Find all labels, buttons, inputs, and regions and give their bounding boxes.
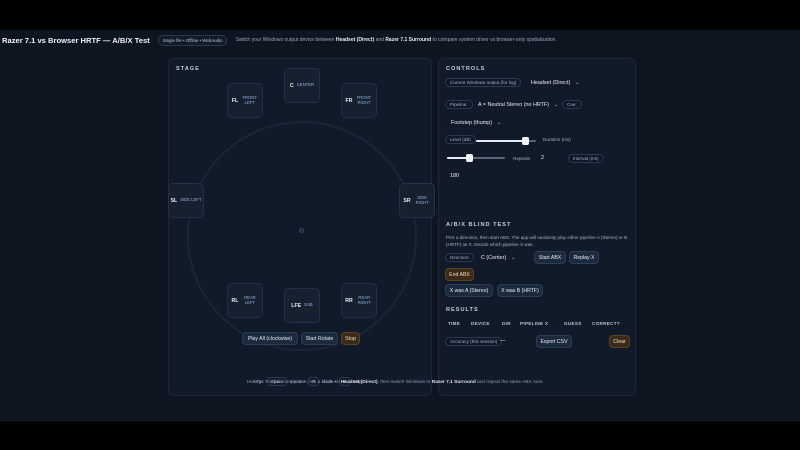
cue-select[interactable]: Footstep (thump) ⌄ — [447, 116, 501, 129]
x-was-b-button[interactable]: X was B (HRTF) — [497, 284, 543, 297]
level-label: Level (dB) — [445, 135, 476, 144]
direction-label: Direction: — [445, 253, 475, 262]
chevron-down-icon: ⌄ — [497, 119, 502, 126]
pipeline-label: Pipeline: — [445, 100, 473, 109]
export-csv-button[interactable]: Export CSV — [536, 335, 572, 348]
speaker-label: SUB — [304, 302, 313, 308]
speaker-side-right[interactable]: SR SIDE RIGHT — [399, 183, 435, 218]
accuracy-label: Accuracy (this session) — [445, 337, 503, 346]
clear-button[interactable]: Clear — [609, 335, 630, 348]
chevron-down-icon: ⌄ — [575, 79, 580, 86]
column-header: CORRECT? — [592, 321, 620, 326]
speaker-rear-left[interactable]: RL REAR LEFT — [227, 283, 263, 318]
speaker-code: LFE — [291, 302, 302, 309]
results-table-header: TIME DEVICE DIR PIPELINE X GUESS CORRECT… — [448, 321, 620, 326]
speaker-code: FR — [345, 97, 353, 104]
footer-tip: Tip: For fair comparison, run a block on… — [256, 380, 544, 385]
pipeline-select[interactable]: A = Neutral Stereo (no HRTF) ⌄ — [474, 98, 558, 111]
speaker-code: RL — [231, 297, 239, 304]
slider-thumb[interactable] — [466, 154, 474, 162]
speaker-label: REAR RIGHT — [357, 294, 371, 305]
speaker-code: FL — [231, 97, 239, 104]
abx-heading: A/B/X BLIND TEST — [446, 222, 512, 228]
direction-select[interactable]: C (Center) ⌄ — [477, 251, 515, 264]
speaker-label: REAR LEFT — [244, 294, 256, 305]
speaker-label: FRONT RIGHT — [356, 94, 372, 105]
speaker-code: SR — [403, 197, 411, 204]
output-select[interactable]: Headset (Direct) ⌄ — [527, 76, 579, 89]
column-header: DEVICE — [471, 321, 490, 326]
speaker-label: SIDE LEFT — [180, 197, 202, 203]
chevron-down-icon: ⌄ — [554, 101, 559, 108]
column-header: TIME — [448, 321, 461, 326]
stage-heading: STAGE — [176, 66, 200, 72]
cue-label: Cue: — [562, 100, 582, 109]
start-abx-button[interactable]: Start ABX — [534, 251, 566, 264]
speaker-label: SIDE RIGHT — [415, 194, 429, 205]
speaker-label: CENTER — [296, 82, 314, 88]
start-rotate-button[interactable]: Start Rotate — [301, 332, 338, 345]
cue-value: Footstep (thump) — [451, 119, 493, 126]
speaker-front-left[interactable]: FL FRONT LEFT — [227, 83, 263, 118]
duration-label: Duration (ms) — [543, 137, 571, 142]
slider-thumb[interactable] — [522, 137, 530, 145]
stage-panel: STAGE C CENTER FL FRONT LEFT FR FRONT RIGHT… — [168, 58, 435, 396]
app-title: Razer 7.1 vs Browser HRTF — A/B/X Test — [2, 35, 150, 45]
column-header: GUESS — [564, 321, 582, 326]
speaker-rear-right[interactable]: RR REAR RIGHT — [341, 283, 377, 318]
play-all-button[interactable]: Play All (clockwise) — [242, 332, 298, 345]
slider-fill — [476, 140, 526, 142]
controls-heading: CONTROLS — [446, 66, 486, 72]
mode-badge: Single file • Offline • WebAudio — [157, 34, 228, 46]
speaker-label: FRONT LEFT — [242, 94, 257, 105]
stop-button[interactable]: Stop — [341, 332, 360, 345]
level-slider[interactable] — [476, 137, 536, 145]
interval-input[interactable]: 180 — [450, 173, 459, 179]
repeats-label: Repeats — [513, 156, 531, 161]
header-instructions: Switch your Windows output device betwee… — [235, 37, 557, 43]
speaker-code: C — [290, 82, 294, 89]
listener-dot — [299, 228, 304, 233]
output-value: Headset (Direct) — [531, 79, 571, 86]
speaker-code: SL — [170, 197, 178, 204]
speaker-front-right[interactable]: FR FRONT RIGHT — [341, 83, 377, 118]
top-bar: Razer 7.1 vs Browser HRTF — A/B/X Test S… — [0, 30, 800, 50]
accuracy-value: — — [500, 338, 506, 344]
output-label: Current Windows output (for log) — [445, 78, 522, 87]
results-heading: RESULTS — [446, 307, 479, 313]
app-window: Razer 7.1 vs Browser HRTF — A/B/X Test S… — [0, 30, 800, 421]
x-was-a-button[interactable]: X was A (Stereo) — [445, 284, 493, 297]
speaker-lfe[interactable]: LFE SUB — [284, 288, 320, 323]
pipeline-value: A = Neutral Stereo (no HRTF) — [478, 101, 550, 108]
column-header: PIPELINE X — [520, 321, 549, 326]
abx-description: Pick a direction, then start ABX. The ap… — [446, 235, 628, 248]
chevron-down-icon: ⌄ — [511, 254, 516, 261]
speaker-center[interactable]: C CENTER — [284, 68, 320, 103]
column-header: DIR — [502, 321, 511, 326]
end-abx-button[interactable]: End ABX — [445, 268, 474, 281]
repeats-input[interactable]: 2 — [541, 155, 544, 161]
interval-label: Interval (ms) — [568, 154, 604, 163]
replay-x-button[interactable]: Replay X — [569, 251, 599, 264]
direction-value: C (Center) — [481, 254, 507, 261]
speaker-side-left[interactable]: SL SIDE LEFT — [168, 183, 204, 218]
duration-slider[interactable] — [447, 154, 505, 162]
controls-panel: CONTROLS Current Windows output (for log… — [438, 58, 636, 396]
speaker-code: RR — [345, 297, 353, 304]
